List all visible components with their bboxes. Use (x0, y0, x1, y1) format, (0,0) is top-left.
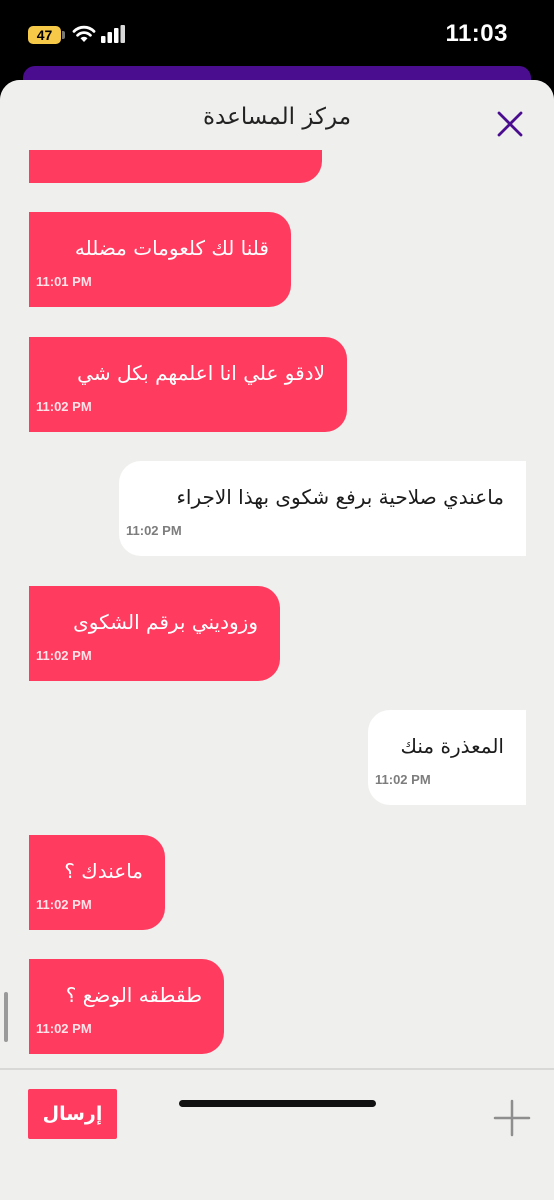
message-time: 11:02 PM (36, 399, 92, 414)
message-text: وزوديني برقم الشكوى (73, 610, 258, 634)
status-time: 11:03 (445, 20, 508, 47)
message-text: ماعندك ؟ (64, 859, 143, 883)
status-bar: 47 11:03 (0, 0, 554, 66)
message-bubble-agent: وزوديني برقم الشكوى 11:02 PM (29, 586, 280, 681)
message-composer: إرسال (0, 1068, 554, 1200)
message-bubble-agent: ماعندك ؟ 11:02 PM (29, 835, 165, 930)
send-button[interactable]: إرسال (28, 1089, 117, 1139)
message-bubble-user: ماعندي صلاحية برفع شكوى بهذا الاجراء 11:… (119, 461, 526, 556)
home-indicator[interactable] (179, 1100, 376, 1107)
wifi-icon (72, 25, 96, 42)
battery-icon: 47 (28, 26, 61, 44)
message-text: طقطقه الوضع ؟ (65, 983, 202, 1007)
message-time: 11:02 PM (36, 897, 92, 912)
message-text: قلنا لك كلعومات مضلله (74, 236, 269, 260)
message-bubble-agent: لادقو علي انا اعلمهم بكل شي 11:02 PM (29, 337, 347, 432)
message-time: 11:01 PM (36, 274, 92, 289)
message-time: 11:02 PM (375, 772, 431, 787)
message-bubble-agent: قلنا لك كلعومات مضلله 11:01 PM (29, 212, 291, 307)
close-icon[interactable] (494, 108, 526, 140)
message-bubble-partial (29, 150, 322, 183)
message-time: 11:02 PM (36, 648, 92, 663)
message-time: 11:02 PM (36, 1021, 92, 1036)
message-text: ماعندي صلاحية برفع شكوى بهذا الاجراء (176, 485, 504, 509)
signal-icon (101, 25, 125, 43)
battery-level: 47 (36, 27, 53, 43)
chat-message-list[interactable]: قلنا لك كلعومات مضلله 11:01 PM لادقو علي… (0, 150, 554, 1067)
plus-icon[interactable] (493, 1099, 531, 1137)
message-text: لادقو علي انا اعلمهم بكل شي (77, 361, 325, 385)
help-center-sheet: مركز المساعدة قلنا لك كلعومات مضلله 11:0… (0, 80, 554, 1200)
message-time: 11:02 PM (126, 523, 182, 538)
battery-tip (62, 31, 65, 39)
screen: 47 11:03 مركز المساعدة قلنا لك كلعومات م… (0, 0, 554, 1200)
message-bubble-agent: طقطقه الوضع ؟ 11:02 PM (29, 959, 224, 1054)
message-text: المعذرة منك (400, 734, 504, 758)
sheet-header: مركز المساعدة (0, 80, 554, 150)
scrollbar[interactable] (4, 992, 8, 1042)
page-title: مركز المساعدة (202, 104, 352, 130)
message-bubble-user: المعذرة منك 11:02 PM (368, 710, 526, 805)
